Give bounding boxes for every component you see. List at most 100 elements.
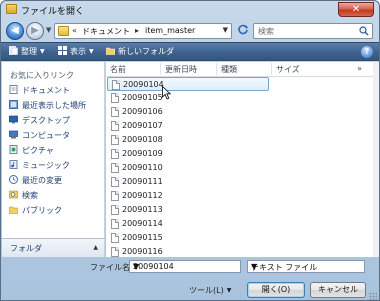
- file-row[interactable]: 20090104: [107, 77, 269, 91]
- file-row[interactable]: 20090111: [107, 175, 271, 189]
- sidebar-item-searches[interactable]: 検索: [9, 189, 103, 202]
- file-name: 20090105: [122, 93, 163, 102]
- file-name: 20090108: [122, 135, 163, 144]
- sidebar-item-label: 検索: [22, 191, 38, 200]
- new-folder-button[interactable]: 新しいフォルダ: [106, 46, 174, 58]
- breadcrumb-item-master[interactable]: item_master: [145, 26, 195, 35]
- filename-field[interactable]: 20090104 ▼: [129, 260, 241, 273]
- text-file-icon: [111, 205, 119, 215]
- sidebar-item-recently-changed[interactable]: 最近の変更: [9, 174, 103, 187]
- open-button[interactable]: 開く(O): [247, 282, 305, 298]
- title-bar: ファイルを開く ✕: [1, 1, 379, 19]
- address-chevron-down-icon[interactable]: ▼: [223, 26, 228, 34]
- file-row[interactable]: 20090115: [107, 231, 271, 245]
- file-name: 20090113: [122, 205, 163, 214]
- recent-places-icon: [9, 100, 18, 109]
- close-button[interactable]: ✕: [338, 2, 374, 17]
- column-divider[interactable]: [271, 63, 272, 75]
- file-name: 20090115: [122, 233, 163, 242]
- text-file-icon: [111, 93, 119, 103]
- column-divider[interactable]: [216, 63, 217, 75]
- file-row[interactable]: 20090108: [107, 133, 271, 147]
- breadcrumb-documents[interactable]: ドキュメント: [82, 26, 130, 37]
- file-name: 20090114: [122, 219, 163, 228]
- navigation-pane: お気に入りリンク ドキュメント 最近表示した場所 デスクトップ コンピュータ ピ…: [2, 62, 105, 257]
- tools-menu[interactable]: ツール(L) ▼: [189, 284, 231, 298]
- column-date-modified[interactable]: 更新日時: [165, 64, 197, 75]
- search-placeholder: 検索: [258, 27, 274, 36]
- file-name: 20090107: [122, 121, 163, 130]
- views-icon: [58, 46, 67, 55]
- command-bar: 整理 ▼ 表示 ▼ 新しいフォルダ ?: [1, 42, 379, 61]
- folders-toggle[interactable]: フォルダ ▲: [2, 238, 105, 257]
- file-row[interactable]: 20090106: [107, 105, 271, 119]
- breadcrumb-separator[interactable]: ▸: [135, 26, 139, 35]
- folders-label: フォルダ: [10, 244, 42, 253]
- sidebar-item-label: コンピュータ: [22, 131, 70, 140]
- back-button[interactable]: ◀: [6, 22, 24, 40]
- sidebar-item-documents[interactable]: ドキュメント: [9, 84, 103, 97]
- search-icon[interactable]: [359, 26, 369, 36]
- text-file-icon: [111, 233, 119, 243]
- new-folder-label: 新しいフォルダ: [118, 47, 174, 56]
- breadcrumb-overflow[interactable]: «: [72, 26, 77, 35]
- sidebar-item-music[interactable]: ミュージック: [9, 159, 103, 172]
- pictures-icon: [9, 145, 18, 154]
- folder-icon: [58, 26, 69, 36]
- file-row[interactable]: 20090105: [107, 91, 271, 105]
- file-row[interactable]: 20090112: [107, 189, 271, 203]
- search-input[interactable]: 検索: [253, 23, 373, 39]
- file-name: 20090112: [122, 191, 163, 200]
- documents-icon: [9, 85, 18, 94]
- text-file-icon: [111, 247, 119, 257]
- text-file-icon: [111, 219, 119, 229]
- address-bar[interactable]: « ドキュメント ▸ item_master ▼: [54, 23, 232, 39]
- cancel-button[interactable]: キャンセル: [310, 282, 366, 298]
- file-row[interactable]: 20090113: [107, 203, 271, 217]
- views-button[interactable]: 表示 ▼: [58, 46, 94, 58]
- refresh-button[interactable]: [235, 23, 251, 39]
- text-file-icon: [111, 135, 119, 145]
- music-icon: [9, 160, 18, 169]
- public-folder-icon: [9, 206, 18, 214]
- chevron-down-icon: ▼: [40, 48, 45, 55]
- organize-icon: [9, 46, 18, 55]
- file-row[interactable]: 20090116: [107, 245, 271, 257]
- chevron-up-icon: ▲: [93, 244, 98, 251]
- file-row[interactable]: 20090114: [107, 217, 271, 231]
- resize-grip[interactable]: [369, 292, 377, 300]
- sidebar-item-computer[interactable]: コンピュータ: [9, 129, 103, 142]
- chevron-down-icon[interactable]: ▼: [133, 262, 238, 271]
- text-file-icon: [111, 191, 119, 201]
- views-label: 表示: [70, 47, 86, 56]
- forward-button[interactable]: ▶: [26, 22, 44, 40]
- sidebar-item-pictures[interactable]: ピクチャ: [9, 144, 103, 157]
- column-divider[interactable]: [160, 63, 161, 75]
- organize-button[interactable]: 整理 ▼: [9, 46, 45, 58]
- filetype-select[interactable]: テキスト ファイル ▼: [247, 260, 365, 273]
- file-row[interactable]: 20090109: [107, 147, 271, 161]
- tools-label: ツール(L): [189, 286, 224, 295]
- file-name: 20090110: [122, 163, 163, 172]
- help-icon[interactable]: ?: [361, 46, 373, 58]
- column-header: 名前 更新日時 種類 サイズ »: [106, 62, 374, 77]
- sidebar-item-label: デスクトップ: [22, 116, 70, 125]
- sidebar-item-desktop[interactable]: デスクトップ: [9, 114, 103, 127]
- chevron-down-icon: ▼: [89, 48, 94, 55]
- mouse-pointer-icon: [162, 86, 172, 100]
- sidebar-item-recent-places[interactable]: 最近表示した場所: [9, 99, 103, 112]
- column-size[interactable]: サイズ: [276, 64, 300, 75]
- vertical-scrollbar[interactable]: [373, 62, 379, 257]
- more-columns-button[interactable]: »: [357, 64, 362, 73]
- sidebar-item-public[interactable]: パブリック: [9, 204, 103, 217]
- column-type[interactable]: 種類: [221, 64, 237, 75]
- recent-pages-chevron-down-icon[interactable]: ▼: [46, 26, 51, 34]
- organize-label: 整理: [21, 47, 37, 56]
- sidebar-item-label: 最近表示した場所: [22, 101, 86, 110]
- file-row[interactable]: 20090107: [107, 119, 271, 133]
- file-row[interactable]: 20090110: [107, 161, 271, 175]
- searches-icon: [9, 190, 18, 199]
- text-file-icon: [111, 121, 119, 131]
- sidebar-item-label: ドキュメント: [22, 86, 70, 95]
- column-name[interactable]: 名前: [110, 64, 126, 75]
